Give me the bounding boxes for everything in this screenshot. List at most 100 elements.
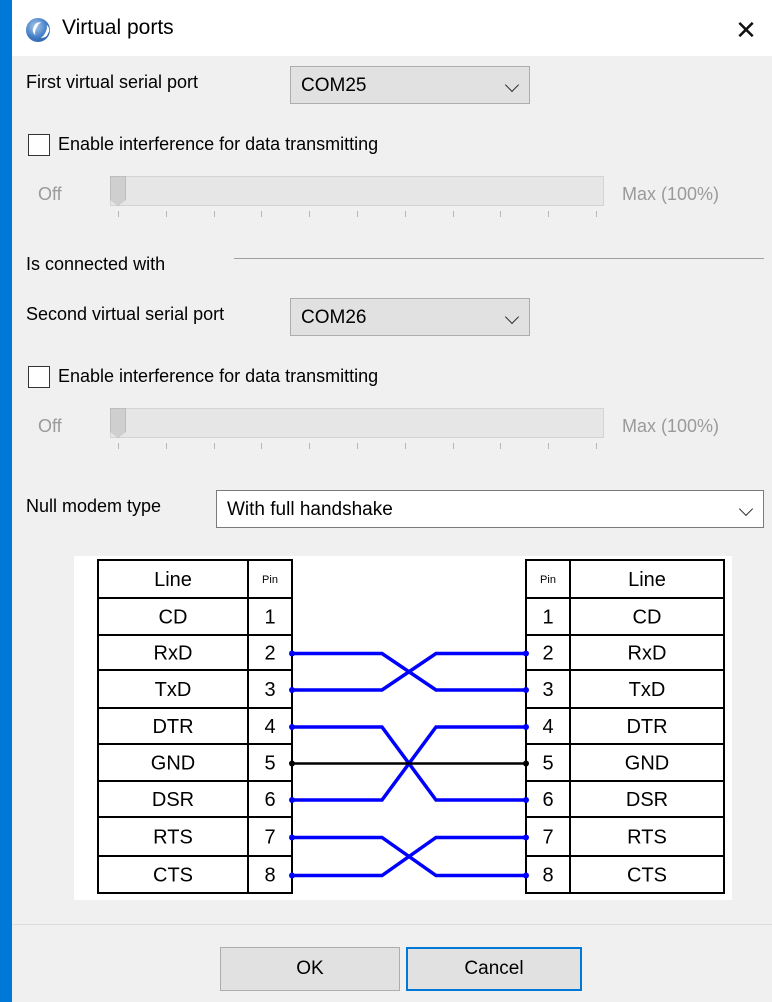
wire-dot-right-6	[523, 797, 529, 803]
wire-dot-left-4	[289, 724, 295, 730]
wire-dot-right-4	[523, 724, 529, 730]
left-header-line: Line	[154, 569, 192, 591]
right-pin-7: 7	[542, 827, 553, 849]
ok-button[interactable]: OK	[220, 947, 400, 991]
wire-dot-right-5	[523, 760, 529, 767]
left-line-dsr: DSR	[152, 789, 194, 811]
right-line-rxd: RxD	[628, 643, 667, 665]
slider-tick	[118, 443, 119, 449]
first-slider-thumb[interactable]	[110, 176, 126, 206]
slider-tick	[500, 443, 502, 449]
right-line-cts: CTS	[627, 865, 667, 887]
slider-tick	[404, 211, 406, 217]
slider-tick	[404, 443, 406, 449]
wire-dot-right-8	[523, 872, 529, 879]
right-line-cd: CD	[633, 607, 662, 629]
second-port-select[interactable]: COM26	[290, 298, 530, 336]
left-pin-6: 6	[264, 789, 275, 811]
slider-tick	[452, 211, 454, 217]
pinout-svg: Line Pin Pin Line CD 1 RxD 2 TxD 3 DTR 4 GND 5 DSR 6 RTS…	[97, 559, 725, 894]
slider-tick	[261, 211, 263, 217]
null-modem-value: With full handshake	[227, 499, 393, 520]
slider-tick	[165, 443, 167, 449]
section-divider	[234, 258, 764, 259]
wire-dot-left-8	[289, 872, 295, 879]
first-port-label: First virtual serial port	[26, 72, 199, 92]
left-line-rxd: RxD	[154, 643, 193, 665]
wire-3-to-2	[292, 651, 526, 692]
slider-tick	[548, 211, 550, 217]
slider-tick	[357, 443, 358, 449]
second-interference-checkbox[interactable]	[28, 366, 50, 388]
slider-tick	[596, 443, 597, 449]
wire-dot-left-2	[289, 650, 295, 657]
wire-dot-left-6	[289, 797, 295, 803]
slider-tick	[596, 211, 597, 217]
title-bar: Virtual ports ✕	[12, 0, 772, 56]
left-line-dtr: DTR	[152, 716, 193, 738]
slider-tick	[213, 211, 215, 217]
second-interference-slider[interactable]	[110, 408, 604, 438]
wire-dot-left-3	[289, 687, 295, 693]
virtual-ports-dialog: Virtual ports ✕ First virtual serial por…	[12, 0, 772, 1002]
first-interference-label[interactable]: Enable interference for data transmittin…	[58, 134, 378, 155]
slider-tick	[165, 211, 167, 217]
footer-separator	[12, 924, 772, 925]
first-slider-max-label: Max (100%)	[622, 184, 720, 204]
left-pin-1: 1	[264, 607, 275, 629]
right-pin-8: 8	[542, 865, 553, 887]
first-interference-slider[interactable]	[110, 176, 604, 206]
window-title: Virtual ports	[62, 16, 174, 39]
slider-tick	[500, 211, 502, 217]
left-header-pin: Pin	[262, 574, 278, 586]
right-pin-3: 3	[542, 679, 553, 701]
first-interference-checkbox[interactable]	[28, 134, 50, 156]
left-pin-2: 2	[264, 643, 275, 665]
left-line-rts: RTS	[153, 827, 193, 849]
null-modem-label: Null modem type	[26, 496, 162, 516]
left-pin-3: 3	[264, 679, 275, 701]
slider-tick	[118, 211, 119, 217]
cancel-button[interactable]: Cancel	[406, 947, 582, 991]
chevron-down-icon	[504, 309, 520, 325]
first-slider-min-label: Off	[38, 184, 62, 204]
second-slider-max-label: Max (100%)	[622, 416, 720, 436]
left-pin-5: 5	[264, 753, 275, 775]
first-port-value: COM25	[301, 75, 367, 96]
slider-tick	[261, 443, 263, 449]
app-icon	[26, 18, 50, 42]
left-pin-4: 4	[264, 716, 275, 738]
close-icon[interactable]: ✕	[728, 12, 764, 48]
right-line-txd: TxD	[629, 679, 666, 701]
null-modem-select[interactable]: With full handshake	[216, 490, 764, 528]
second-slider-thumb[interactable]	[110, 408, 126, 438]
left-line-txd: TxD	[155, 679, 192, 701]
slider-tick	[309, 443, 311, 449]
connected-with-label: Is connected with	[26, 254, 166, 274]
slider-tick	[309, 211, 311, 217]
right-header-line: Line	[628, 569, 666, 591]
slider-tick	[213, 443, 215, 449]
first-port-select[interactable]: COM25	[290, 66, 530, 104]
window-accent-border	[0, 0, 12, 1002]
null-modem-pinout-diagram: Line Pin Pin Line CD 1 RxD 2 TxD 3 DTR 4 GND 5 DSR 6 RTS…	[74, 556, 732, 900]
left-line-gnd: GND	[151, 753, 195, 775]
left-pin-7: 7	[264, 827, 275, 849]
right-header-pin: Pin	[540, 574, 556, 586]
left-line-cd: CD	[159, 607, 188, 629]
slider-tick	[357, 211, 358, 217]
right-line-dsr: DSR	[626, 789, 668, 811]
wire-8-to-7	[292, 835, 526, 878]
chevron-down-icon	[738, 501, 754, 517]
wire-dot-left-5	[289, 760, 295, 767]
wire-dot-right-2	[523, 650, 529, 657]
right-line-gnd: GND	[625, 753, 669, 775]
left-line-cts: CTS	[153, 865, 193, 887]
slider-tick	[548, 443, 550, 449]
wire-dot-left-7	[289, 834, 295, 841]
right-line-dtr: DTR	[626, 716, 667, 738]
second-port-label: Second virtual serial port	[26, 304, 225, 324]
right-pin-1: 1	[542, 607, 553, 629]
second-port-value: COM26	[301, 307, 367, 328]
second-interference-label[interactable]: Enable interference for data transmittin…	[58, 366, 378, 387]
